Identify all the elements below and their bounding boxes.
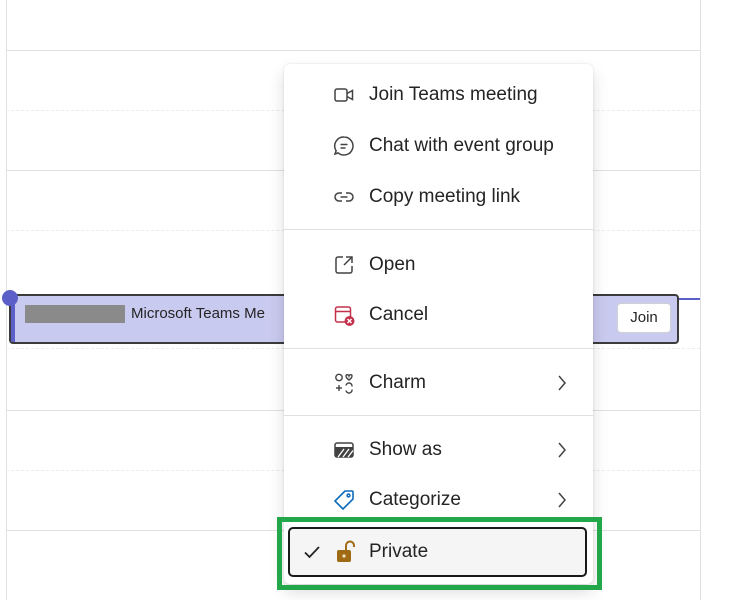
join-button[interactable]: Join [617, 303, 671, 333]
calendar-cancel-icon [331, 302, 357, 328]
menu-item-label: Show as [369, 439, 442, 460]
show-as-icon [331, 437, 357, 463]
menu-divider [284, 348, 593, 349]
menu-item-label: Copy meeting link [369, 186, 521, 207]
menu-item-label: Charm [369, 372, 427, 393]
menu-item-charm[interactable]: Charm [284, 359, 593, 407]
menu-item-chat-with-event-group[interactable]: Chat with event group [284, 122, 593, 170]
redacted-text [25, 305, 125, 323]
menu-item-cancel[interactable]: Cancel [284, 291, 593, 339]
menu-item-show-as[interactable]: Show as [284, 426, 593, 474]
menu-item-label: Open [369, 254, 416, 275]
menu-divider [284, 229, 593, 230]
menu-item-open[interactable]: Open [284, 241, 593, 289]
chevron-right-icon [554, 490, 570, 510]
menu-item-label: Join Teams meeting [369, 84, 538, 105]
tag-icon [331, 487, 357, 513]
grid-hour-line [6, 50, 700, 51]
menu-item-label: Categorize [369, 489, 461, 510]
charm-icon [331, 370, 357, 396]
menu-item-label: Private [369, 541, 429, 562]
link-icon [331, 184, 357, 210]
current-time-dot [2, 290, 18, 306]
chat-icon [331, 133, 357, 159]
event-title: Microsoft Teams Me [131, 305, 265, 322]
context-menu: Join Teams meeting Chat with event group… [284, 64, 593, 584]
menu-item-label: Chat with event group [369, 135, 554, 156]
menu-item-copy-meeting-link[interactable]: Copy meeting link [284, 173, 593, 221]
chevron-right-icon [554, 440, 570, 460]
chevron-right-icon [554, 373, 570, 393]
menu-item-categorize[interactable]: Categorize [284, 476, 593, 524]
menu-item-private[interactable]: Private [288, 527, 587, 577]
menu-item-join-teams-meeting[interactable]: Join Teams meeting [284, 71, 593, 119]
open-external-icon [331, 252, 357, 278]
menu-divider [284, 415, 593, 416]
grid-column-line [700, 0, 701, 600]
video-icon [331, 82, 357, 108]
lock-open-icon [333, 539, 359, 565]
menu-item-label: Cancel [369, 304, 429, 325]
checkmark-icon [302, 541, 322, 563]
